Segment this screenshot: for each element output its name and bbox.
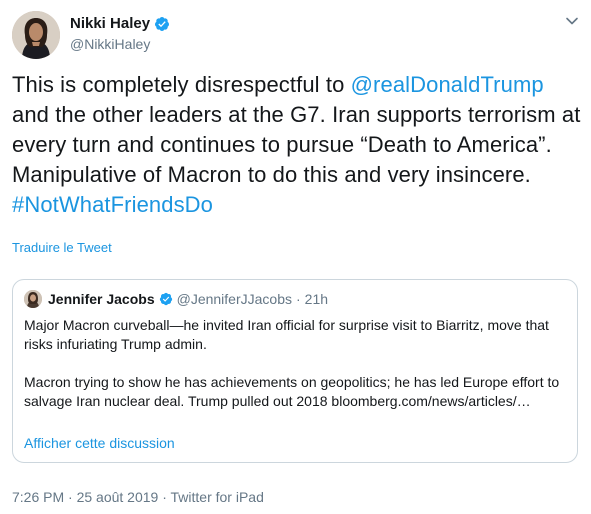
separator-dot: · [296, 291, 301, 307]
quoted-author-name: Jennifer Jacobs [48, 291, 155, 307]
quoted-tweet-time: 21h [304, 291, 329, 307]
quoted-tweet-body: Major Macron curveball—he invited Iran o… [24, 316, 569, 411]
author-name-row[interactable]: Nikki Haley [70, 14, 170, 34]
mention-link[interactable]: @realDonaldTrump [351, 72, 544, 97]
quoted-paragraph: Major Macron curveball—he invited Iran o… [24, 317, 549, 352]
author-avatar[interactable] [12, 11, 60, 59]
translate-tweet-link[interactable]: Traduire le Tweet [12, 240, 112, 255]
tweet: Nikki Haley @NikkiHaley This is complete… [0, 0, 591, 514]
tweet-text-part: and the other leaders at the G7. Iran su… [12, 102, 581, 187]
tweet-text: This is completely disrespectful to @rea… [12, 70, 582, 220]
author-handle[interactable]: @NikkiHaley [70, 34, 170, 54]
verified-badge-icon [159, 292, 173, 306]
author-info: Nikki Haley @NikkiHaley [70, 14, 170, 54]
quoted-tweet[interactable]: Jennifer Jacobs @JenniferJJacobs · 21h M… [12, 279, 578, 463]
quoted-paragraph: Macron trying to show he has achievement… [24, 374, 560, 409]
tweet-metadata: 7:26 PM · 25 août 2019 · Twitter for iPa… [12, 489, 264, 505]
chevron-down-icon[interactable] [565, 14, 579, 28]
tweet-text-part: This is completely disrespectful to [12, 72, 351, 97]
show-thread-link[interactable]: Afficher cette discussion [24, 435, 175, 451]
quoted-author-avatar [24, 290, 42, 308]
quoted-tweet-header: Jennifer Jacobs @JenniferJJacobs · 21h [24, 290, 328, 308]
author-name[interactable]: Nikki Haley [70, 14, 150, 34]
verified-badge-icon [154, 16, 170, 32]
tweet-timestamp[interactable]: 7:26 PM · 25 août 2019 · [12, 489, 171, 505]
quoted-author-handle: @JenniferJJacobs [176, 291, 292, 307]
tweet-source-link[interactable]: Twitter for iPad [171, 489, 264, 505]
hashtag-link[interactable]: #NotWhatFriendsDo [12, 192, 213, 217]
